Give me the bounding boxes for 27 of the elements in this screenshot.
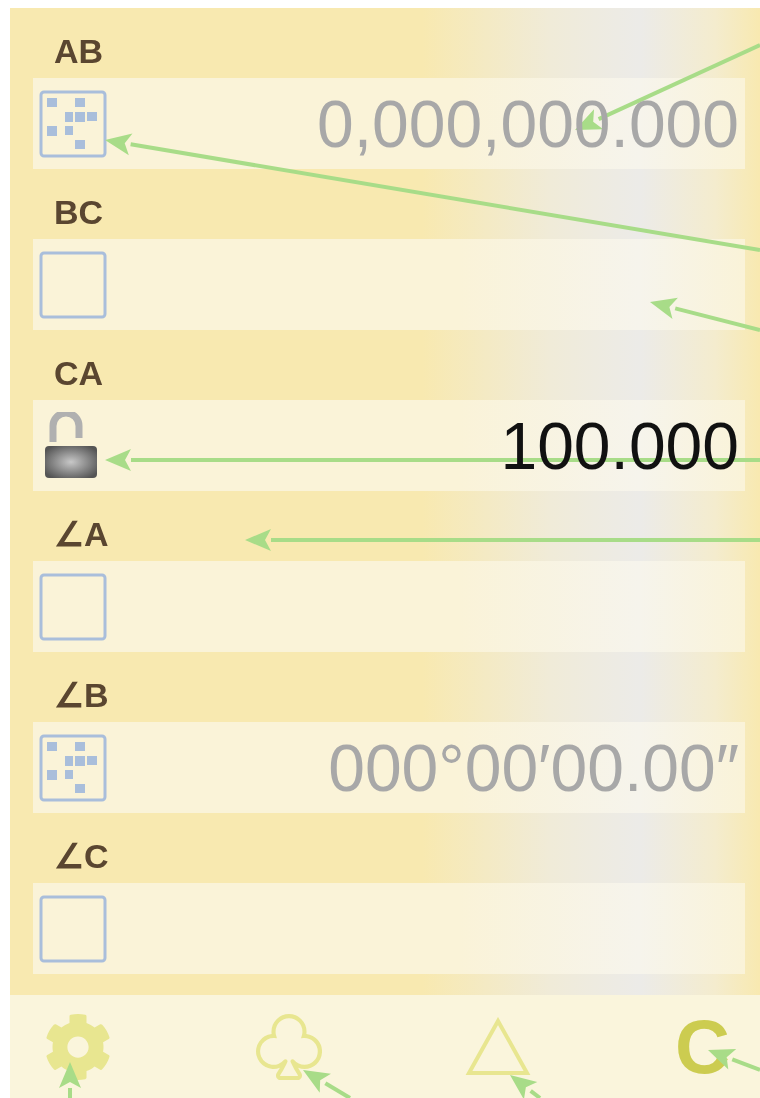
keypad-icon[interactable] — [39, 89, 107, 158]
input-field[interactable]: 100.000 — [33, 400, 745, 491]
settings-icon[interactable] — [44, 1012, 112, 1081]
checkbox-icon[interactable] — [39, 250, 107, 319]
field-label: ∠B — [54, 678, 109, 712]
input-field[interactable] — [33, 561, 745, 652]
field-label: ∠A — [54, 517, 109, 551]
annotation-arrow — [303, 1070, 352, 1098]
input-field[interactable]: 000°00′00.00″ — [33, 722, 745, 813]
field-label: ∠C — [54, 839, 109, 873]
input-field[interactable] — [33, 239, 745, 330]
placeholder-text: 000°00′00.00″ — [328, 734, 739, 801]
input-field[interactable] — [33, 883, 745, 974]
annotation-arrow — [510, 1075, 542, 1098]
checkbox-icon[interactable] — [39, 894, 107, 963]
triangle-icon[interactable] — [465, 1016, 532, 1077]
club-icon[interactable] — [255, 1013, 322, 1080]
field-label: CA — [54, 356, 104, 390]
keypad-icon[interactable] — [39, 733, 107, 802]
checkbox-icon[interactable] — [39, 572, 107, 641]
field-label: BC — [54, 195, 104, 229]
clear-button[interactable]: C — [675, 1008, 730, 1085]
field-value: 100.000 — [500, 412, 739, 479]
input-field[interactable]: 0,000,000.000 — [33, 78, 745, 169]
placeholder-text: 0,000,000.000 — [316, 90, 739, 157]
annotation-arrow — [59, 1062, 81, 1098]
field-label: AB — [54, 34, 104, 68]
